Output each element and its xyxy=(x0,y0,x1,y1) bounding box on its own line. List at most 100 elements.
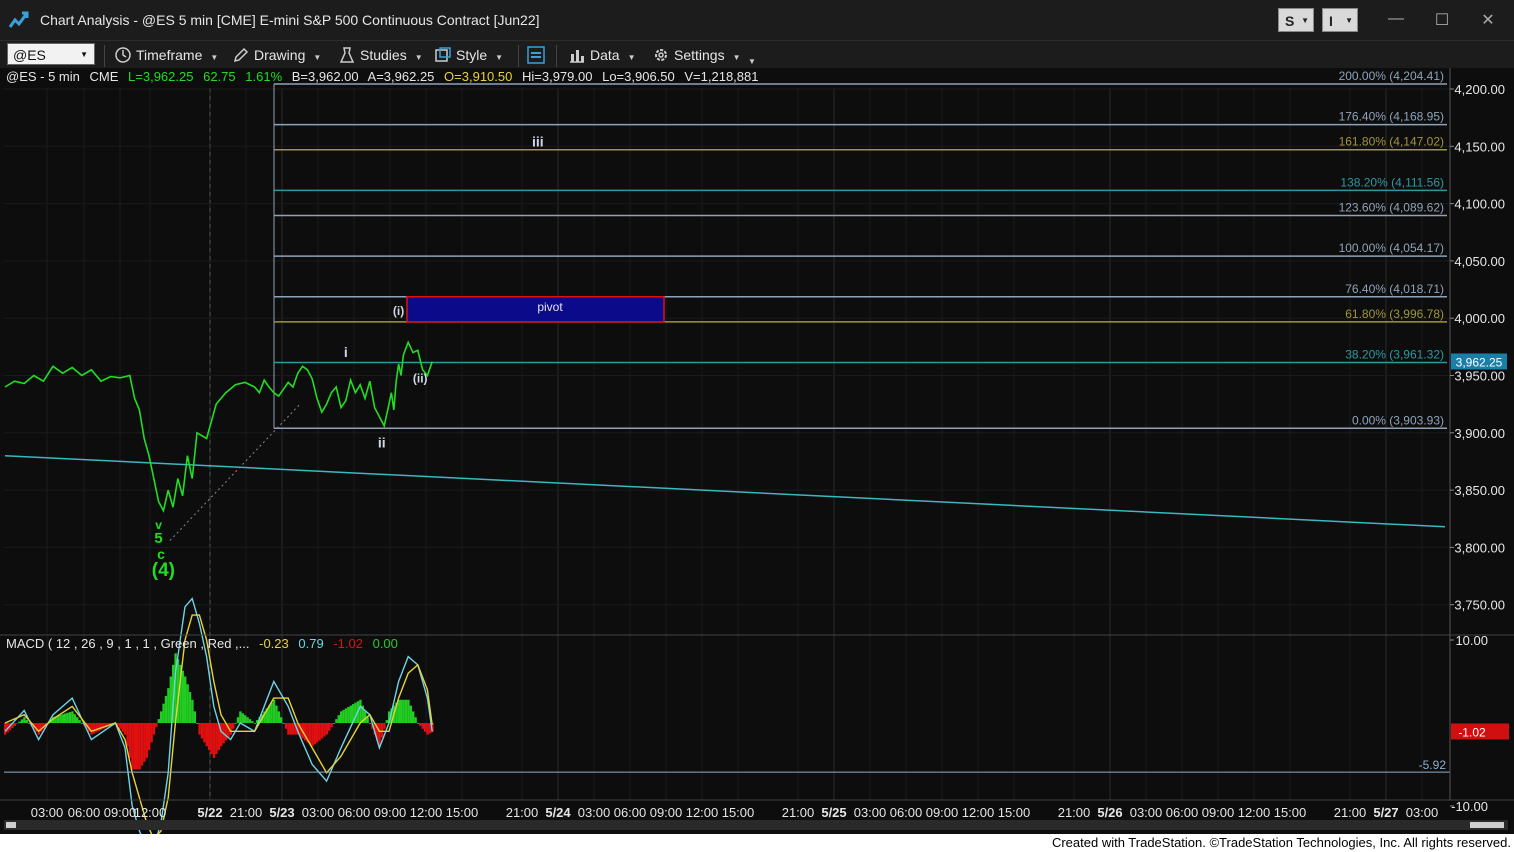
macd-histogram-bar xyxy=(251,721,254,723)
chevron-down-icon: ▼ xyxy=(80,50,88,59)
macd-histogram-bar xyxy=(124,723,127,735)
layout-button[interactable] xyxy=(526,45,550,65)
wave-label: ii xyxy=(378,435,386,451)
macd-histogram-bar xyxy=(236,717,240,723)
y-tick-label: 3,950.00 xyxy=(1454,369,1505,384)
timeframe-label: Timeframe xyxy=(136,47,203,63)
macd-histogram-bar xyxy=(325,723,328,735)
chart-canvas[interactable]: 200.00% (4,204.41) 176.40% (4,168.95) 161.… xyxy=(0,68,1514,834)
macd-histogram-bar xyxy=(272,699,276,723)
x-tick-label: 03:00 xyxy=(1130,805,1163,820)
macd-histogram-bar xyxy=(128,723,132,758)
macd-histogram-bar xyxy=(277,711,280,723)
macd-histogram-bar xyxy=(186,684,189,723)
macd-histogram-bar xyxy=(152,723,156,735)
x-tick-label: 06:00 xyxy=(338,805,371,820)
symbol-value: @ES xyxy=(13,47,46,63)
macd-histogram-bar xyxy=(155,723,158,727)
fib-level-label: 76.40% (4,018.71) xyxy=(1345,282,1444,296)
x-tick-label: 09:00 xyxy=(650,805,683,820)
macd-histogram-bar xyxy=(308,723,312,745)
i-button[interactable]: I ▼ xyxy=(1322,8,1358,32)
x-tick-label: 5/25 xyxy=(821,805,846,820)
x-tick-label: 15:00 xyxy=(1274,805,1307,820)
drawing-menu[interactable]: Drawing ▼ xyxy=(232,45,321,65)
chevron-down-icon: ▼ xyxy=(495,53,504,62)
y-tick-label: 3,800.00 xyxy=(1454,540,1505,555)
macd-histogram-bar xyxy=(337,715,340,723)
chart-header: @ES - 5 min CME L=3,962.25 62.75 1.61% B… xyxy=(6,69,758,84)
scrollbar-left-handle[interactable] xyxy=(6,822,16,828)
macd-histogram-bar xyxy=(246,717,249,723)
fib-level-label: 176.40% (4,168.95) xyxy=(1339,110,1444,124)
gear-icon xyxy=(655,49,667,61)
macd-histogram-bar xyxy=(270,702,273,723)
symbol-input[interactable]: @ES ▼ xyxy=(7,43,95,65)
header-volume: V=1,218,881 xyxy=(684,69,758,84)
macd-histogram-bar xyxy=(80,723,84,724)
studies-menu[interactable]: Studies ▼ xyxy=(338,45,423,65)
x-tick-label: 5/27 xyxy=(1373,805,1398,820)
x-tick-label: 06:00 xyxy=(1166,805,1199,820)
settings-menu[interactable]: Settings ▼ xyxy=(652,45,741,65)
data-menu[interactable]: Data ▼ xyxy=(568,45,636,65)
macd-histogram-bar xyxy=(359,699,362,723)
macd-histogram-bar xyxy=(143,723,146,762)
macd-histogram-bar xyxy=(347,707,350,723)
macd-histogram-bar xyxy=(138,723,141,770)
wave-label: iii xyxy=(532,133,544,149)
macd-histogram-bar xyxy=(378,723,381,747)
y-tick-label: 4,050.00 xyxy=(1454,254,1505,269)
macd-header: MACD ( 12 , 26 , 9 , 1 , 1 , Green , Red… xyxy=(6,636,398,651)
macd-histogram-bar xyxy=(287,723,290,735)
macd-histogram-bar xyxy=(121,723,124,732)
scrollbar-thumb[interactable] xyxy=(1470,822,1504,828)
fib-level-label: 200.00% (4,204.41) xyxy=(1339,69,1444,83)
x-tick-label: 09:00 xyxy=(374,805,407,820)
layout-icon xyxy=(527,46,545,64)
fib-level-label: 123.60% (4,089.62) xyxy=(1339,200,1444,214)
pencil-icon xyxy=(233,47,249,63)
macd-histogram-bar xyxy=(332,723,336,724)
x-tick-label: 5/26 xyxy=(1097,805,1122,820)
macd-histogram-bar xyxy=(320,723,324,739)
macd-histogram-bar xyxy=(13,723,16,726)
macd-histogram-bar xyxy=(234,723,237,724)
header-symbol: @ES - 5 min xyxy=(6,69,80,84)
x-tick-label: 09:00 xyxy=(1202,805,1235,820)
macd-histogram-bar xyxy=(210,723,213,754)
header-exchange: CME xyxy=(90,69,119,84)
macd-histogram-bar xyxy=(20,719,24,723)
pivot-zone[interactable]: pivot xyxy=(406,296,665,323)
macd-histogram-bar xyxy=(184,676,187,723)
macd-histogram-bar xyxy=(64,713,67,723)
toolbar-overflow-button[interactable]: ▼ xyxy=(748,49,756,69)
macd-histogram-bar xyxy=(61,714,64,723)
drawing-label: Drawing xyxy=(254,47,306,63)
macd-histogram-bar xyxy=(90,723,93,735)
macd-histogram-bar xyxy=(208,723,211,751)
bar-chart-icon xyxy=(570,50,584,63)
macd-value-3: -1.02 xyxy=(333,636,363,651)
style-menu[interactable]: Style ▼ xyxy=(434,45,503,65)
horizontal-scrollbar[interactable] xyxy=(4,820,1508,830)
x-tick-label: 03:00 xyxy=(854,805,887,820)
macd-histogram-bar xyxy=(126,723,129,747)
chart-toolbar: @ES ▼ Timeframe ▼ Drawing ▼ Studies ▼ Style ▼… xyxy=(0,40,1514,69)
macd-histogram-bar xyxy=(404,699,408,723)
timeframe-menu[interactable]: Timeframe ▼ xyxy=(114,45,218,65)
x-tick-label: 21:00 xyxy=(782,805,815,820)
toolbar-divider xyxy=(518,45,519,67)
minimize-icon[interactable]: — xyxy=(1386,10,1406,28)
settings-label: Settings xyxy=(674,47,725,63)
macd-histogram-bar xyxy=(25,720,28,723)
s-button[interactable]: S ▼ xyxy=(1278,8,1314,32)
maximize-icon[interactable]: ☐ xyxy=(1432,10,1452,30)
macd-histogram-bar xyxy=(292,723,295,735)
wave-label: (i) xyxy=(393,304,404,318)
macd-label: MACD ( 12 , 26 , 9 , 1 , 1 , Green , Red… xyxy=(6,636,250,651)
y-tick-label: 3,900.00 xyxy=(1454,426,1505,441)
macd-histogram-bar xyxy=(59,715,62,723)
close-icon[interactable]: ✕ xyxy=(1478,10,1498,30)
macd-value-4: 0.00 xyxy=(373,636,398,651)
